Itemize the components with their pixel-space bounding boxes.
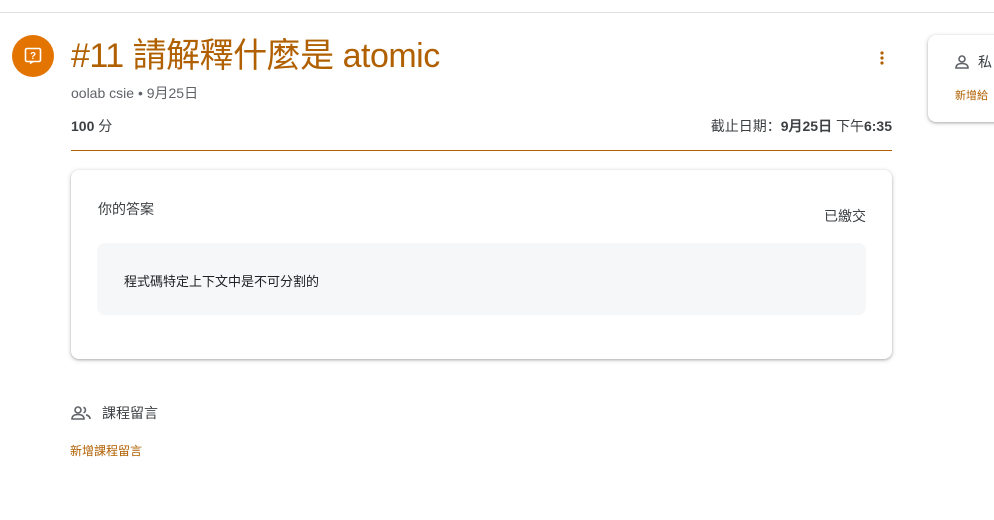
more-vertical-icon [880,51,884,65]
points-unit: 分 [98,118,113,134]
due-date-value: 9月25日 [780,118,833,134]
private-comments-label: 私 [978,54,992,70]
private-comments-header: 私 [954,52,992,72]
assignment-title: #11 請解釋什麼是 atomic [71,37,440,75]
submission-status: 已繳交 [824,208,866,224]
points: 100 分 [71,116,112,136]
question-assignment-icon: ? [12,35,54,77]
due-time: 6:35 [863,118,892,134]
top-divider [0,12,994,13]
people-icon [71,406,91,420]
posted-date: 9月25日 [146,85,199,101]
svg-text:?: ? [30,51,36,62]
header-divider [71,150,892,151]
due-label: 截止日期： [710,118,781,134]
due-date: 截止日期：9月25日 下午6:35 [711,116,892,136]
add-private-comment-link[interactable]: 新增給 [955,87,988,103]
author-name: oolab csie [71,85,135,101]
answer-text: 程式碼特定上下文中是不可分割的 [124,274,320,289]
assignment-meta: oolab csie • 9月25日 [71,83,198,103]
class-comments-label: 課程留言 [102,405,158,421]
more-options-button[interactable] [868,44,896,72]
answer-box: 程式碼特定上下文中是不可分割的 [97,243,866,315]
answer-card: 你的答案 已繳交 程式碼特定上下文中是不可分割的 [71,170,892,359]
answer-card-title: 你的答案 [98,201,154,217]
person-icon [955,55,969,69]
points-value: 100 [71,118,95,134]
class-comments-header: 課程留言 [71,403,158,423]
meta-separator: • [137,85,143,101]
add-class-comment-link[interactable]: 新增課程留言 [70,442,142,459]
private-comments-card: 私 新增給 [928,35,994,122]
due-period: 下午 [835,118,864,134]
